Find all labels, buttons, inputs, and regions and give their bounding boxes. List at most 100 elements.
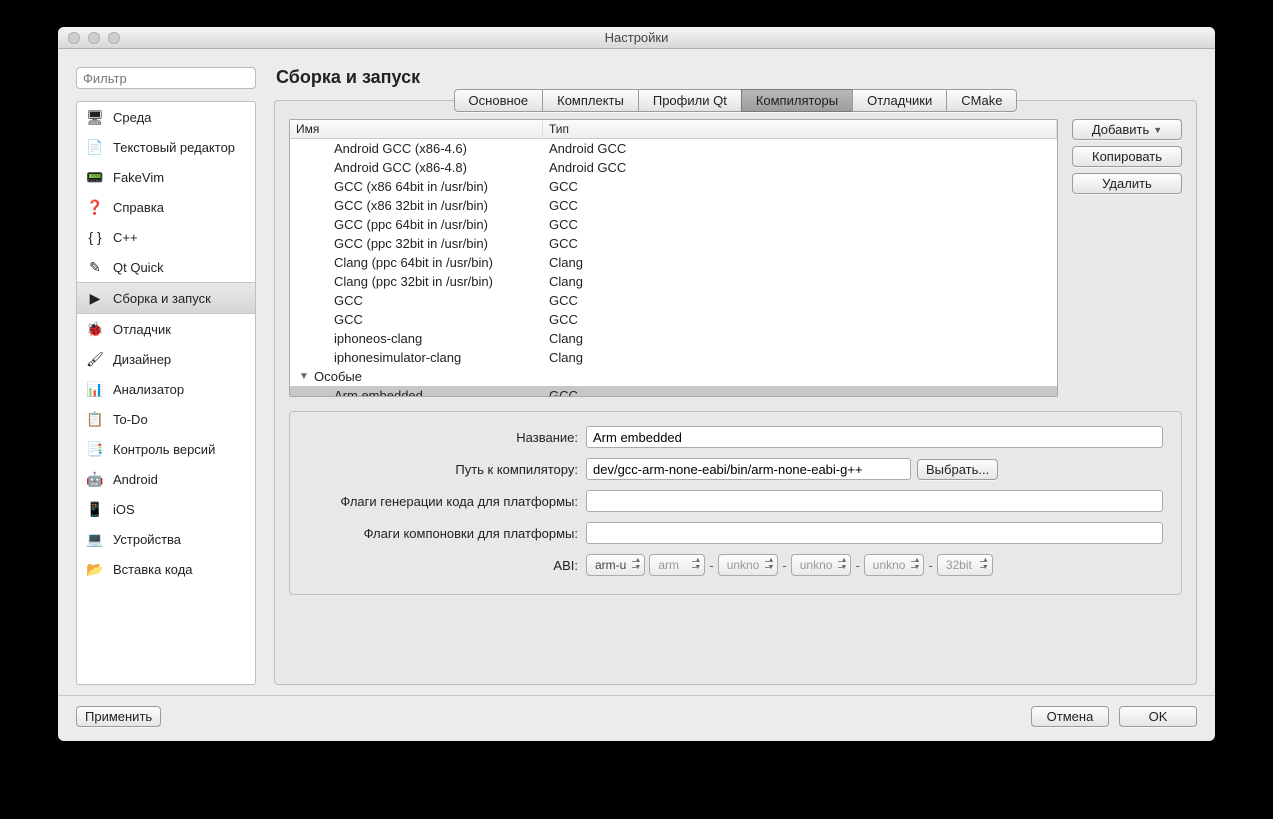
abi-os-select[interactable]: unkno▲▼	[718, 554, 779, 576]
disclosure-triangle-icon[interactable]: ▼	[298, 368, 310, 385]
ok-button[interactable]: OK	[1119, 706, 1197, 727]
sidebar-item-todo[interactable]: 📋To-Do	[77, 404, 255, 434]
table-row[interactable]: GCC (x86 32bit in /usr/bin)GCC	[290, 196, 1057, 215]
table-row[interactable]: GCCGCC	[290, 291, 1057, 310]
compiler-path-input[interactable]	[586, 458, 911, 480]
tab-general[interactable]: Основное	[454, 89, 543, 112]
sidebar-item-designer[interactable]: 🖌Дизайнер	[77, 344, 255, 374]
table-row[interactable]: Clang (ppc 32bit in /usr/bin)Clang	[290, 272, 1057, 291]
left-column: 🖥Среда 📄 Текстовый редактор 📟 FakeVim ❓Спр…	[76, 67, 256, 685]
dash-separator: -	[928, 558, 932, 573]
table-row[interactable]: GCC (ppc 64bit in /usr/bin)GCC	[290, 215, 1057, 234]
sidebar-item-qtquick[interactable]: ✎ Qt Quick	[77, 252, 255, 282]
table-row[interactable]: GCCGCC	[290, 310, 1057, 329]
table-row[interactable]: Android GCC (x86-4.8)Android GCC	[290, 158, 1057, 177]
stepper-icon: ▲▼	[767, 557, 774, 571]
sidebar-item-help[interactable]: ❓Справка	[77, 192, 255, 222]
designer-icon: 🖌	[85, 350, 105, 368]
sidebar-item-label: FakeVim	[113, 170, 164, 185]
sidebar-item-vcs[interactable]: 📑Контроль версий	[77, 434, 255, 464]
traffic-lights	[58, 32, 120, 44]
sidebar-item-label: Сборка и запуск	[113, 291, 211, 306]
button-column: Добавить▼ Копировать Удалить	[1072, 119, 1182, 397]
sidebar-item-cpp[interactable]: { } C++	[77, 222, 255, 252]
close-icon[interactable]	[68, 32, 80, 44]
sidebar-item-label: Qt Quick	[113, 260, 164, 275]
page-title: Сборка и запуск	[274, 67, 1197, 88]
path-label: Путь к компилятору:	[308, 462, 578, 477]
browse-button[interactable]: Выбрать...	[917, 459, 998, 480]
vcs-icon: 📑	[85, 440, 105, 458]
dash-separator: -	[855, 558, 859, 573]
sidebar-item-ios[interactable]: 📱iOS	[77, 494, 255, 524]
sidebar-item-android[interactable]: 🤖Android	[77, 464, 255, 494]
table-row[interactable]: GCC (ppc 32bit in /usr/bin)GCC	[290, 234, 1057, 253]
table-group-custom[interactable]: ▼Особые	[290, 367, 1057, 386]
table-row[interactable]: iphonesimulator-clangClang	[290, 348, 1057, 367]
table-header: Имя Тип	[290, 120, 1057, 139]
qtquick-icon: ✎	[85, 258, 105, 276]
sidebar-item-label: C++	[113, 230, 138, 245]
delete-button[interactable]: Удалить	[1072, 173, 1182, 194]
sidebar-item-label: Текстовый редактор	[113, 140, 235, 155]
table-body[interactable]: Android GCC (x86-4.6)Android GCC Android…	[290, 139, 1057, 396]
codegen-flags-input[interactable]	[586, 490, 1163, 512]
th-name[interactable]: Имя	[290, 120, 543, 138]
abi-flavor-select[interactable]: unkno▲▼	[791, 554, 852, 576]
name-label: Название:	[308, 430, 578, 445]
abi-width-select[interactable]: 32bit▲▼	[937, 554, 993, 576]
sidebar-item-text-editor[interactable]: 📄 Текстовый редактор	[77, 132, 255, 162]
cancel-button[interactable]: Отмена	[1031, 706, 1109, 727]
sidebar-item-label: Устройства	[113, 532, 181, 547]
abi-format-select[interactable]: unkno▲▼	[864, 554, 925, 576]
body-area: 🖥Среда 📄 Текстовый редактор 📟 FakeVim ❓Спр…	[58, 49, 1215, 695]
stepper-icon: ▲▼	[634, 557, 641, 571]
stepper-icon: ▲▼	[914, 557, 921, 571]
dash-separator: -	[709, 558, 713, 573]
tab-kits[interactable]: Комплекты	[542, 89, 638, 112]
table-row[interactable]: Clang (ppc 64bit in /usr/bin)Clang	[290, 253, 1057, 272]
sidebar-item-environment[interactable]: 🖥Среда	[77, 102, 255, 132]
sidebar: 🖥Среда 📄 Текстовый редактор 📟 FakeVim ❓Спр…	[76, 101, 256, 685]
tab-debuggers[interactable]: Отладчики	[852, 89, 946, 112]
sidebar-item-label: iOS	[113, 502, 135, 517]
window-title: Настройки	[58, 30, 1215, 45]
pane-inner: Имя Тип Android GCC (x86-4.6)Android GCC…	[275, 119, 1196, 684]
table-row[interactable]: GCC (x86 64bit in /usr/bin)GCC	[290, 177, 1057, 196]
compilers-table: Имя Тип Android GCC (x86-4.6)Android GCC…	[289, 119, 1058, 397]
table-row[interactable]: Android GCC (x86-4.6)Android GCC	[290, 139, 1057, 158]
tab-qt-profiles[interactable]: Профили Qt	[638, 89, 741, 112]
th-type[interactable]: Тип	[543, 120, 1057, 138]
filter-input[interactable]	[76, 67, 256, 89]
abi-arch-select[interactable]: arm▲▼	[649, 554, 705, 576]
titlebar: Настройки	[58, 27, 1215, 49]
minimize-icon[interactable]	[88, 32, 100, 44]
apply-button[interactable]: Применить	[76, 706, 161, 727]
table-row[interactable]: iphoneos-clangClang	[290, 329, 1057, 348]
sidebar-item-label: Справка	[113, 200, 164, 215]
sidebar-item-build-run[interactable]: ▶Сборка и запуск	[77, 282, 255, 314]
zoom-icon[interactable]	[108, 32, 120, 44]
copy-button[interactable]: Копировать	[1072, 146, 1182, 167]
add-button[interactable]: Добавить▼	[1072, 119, 1182, 140]
abi-preset-select[interactable]: arm-u▲▼	[586, 554, 645, 576]
tab-cmake[interactable]: CMake	[946, 89, 1017, 112]
chevron-down-icon: ▼	[1153, 125, 1162, 135]
sidebar-item-devices[interactable]: 💻Устройства	[77, 524, 255, 554]
bug-icon: 🐞	[85, 320, 105, 338]
cpp-icon: { }	[85, 228, 105, 246]
fakevim-icon: 📟	[85, 168, 105, 186]
name-input[interactable]	[586, 426, 1163, 448]
android-icon: 🤖	[85, 470, 105, 488]
table-row[interactable]: Arm embeddedGCC	[290, 386, 1057, 396]
link-flags-input[interactable]	[586, 522, 1163, 544]
sidebar-item-analyzer[interactable]: 📊Анализатор	[77, 374, 255, 404]
sidebar-item-snippets[interactable]: 📂Вставка кода	[77, 554, 255, 584]
tab-compilers[interactable]: Компиляторы	[741, 89, 852, 112]
sidebar-item-fakevim[interactable]: 📟 FakeVim	[77, 162, 255, 192]
document-icon: 📄	[85, 138, 105, 156]
sidebar-item-label: Вставка кода	[113, 562, 193, 577]
dash-separator: -	[782, 558, 786, 573]
stepper-icon: ▲▼	[982, 557, 989, 571]
sidebar-item-debugger[interactable]: 🐞Отладчик	[77, 314, 255, 344]
